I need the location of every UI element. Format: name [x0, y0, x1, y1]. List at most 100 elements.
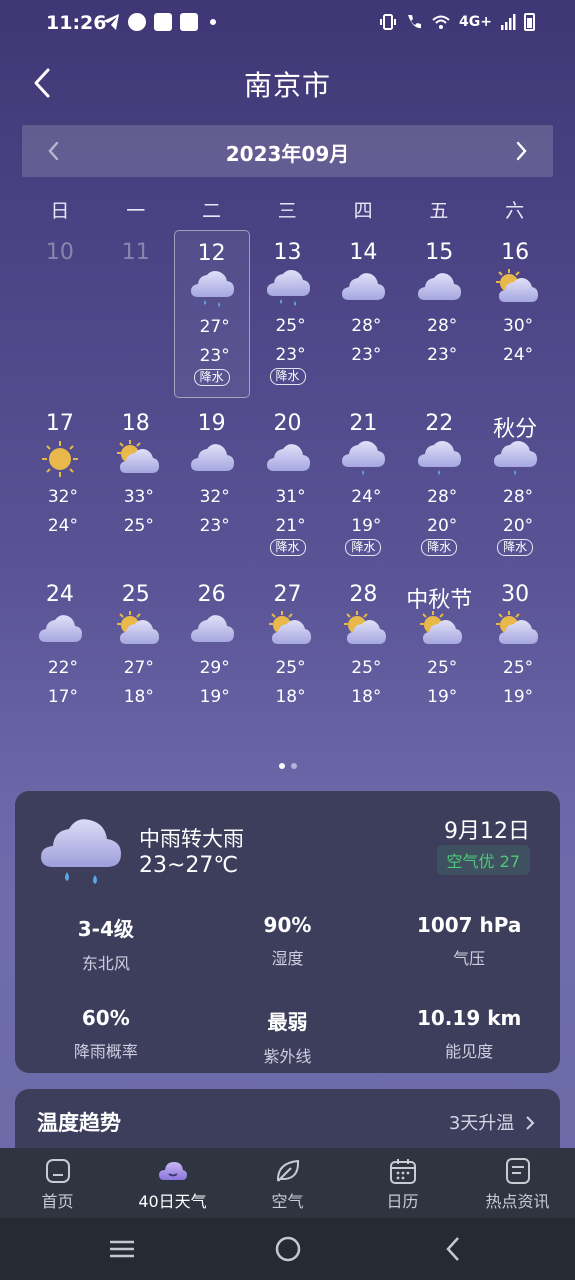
cloud-icon: [415, 268, 463, 308]
low-temp: 25°: [123, 516, 154, 536]
more-notifications-icon: [210, 19, 216, 25]
day-number: 15: [425, 240, 454, 265]
calendar-day-cell[interactable]: 13 25° 23° 降水: [250, 230, 326, 401]
partly-cloudy-icon: [264, 610, 312, 650]
high-temp: 28°: [427, 487, 458, 507]
rain-cloud-icon: [188, 269, 236, 309]
day-number: 25: [121, 582, 150, 607]
month-label: 2023年09月: [225, 142, 350, 166]
weekday-label: 一: [126, 200, 146, 222]
calendar-day-cell[interactable]: 22 28° 20° 降水: [401, 401, 477, 572]
home-button-icon[interactable]: [274, 1236, 302, 1262]
day-number: 12: [197, 241, 226, 266]
calendar-day-cell[interactable]: 20 31° 21° 降水: [250, 401, 326, 572]
sun-icon: [36, 439, 84, 479]
high-temp: 25°: [503, 658, 534, 678]
weekday-label: 六: [505, 200, 525, 222]
nav-40day[interactable]: 40日天气: [115, 1148, 230, 1218]
nav-air[interactable]: 空气: [230, 1148, 345, 1218]
cloud-icon: [36, 610, 84, 650]
nav-home[interactable]: 首页: [0, 1148, 115, 1218]
calendar-icon: [389, 1159, 416, 1184]
page-dot: [290, 763, 297, 769]
battery-icon: [524, 13, 535, 31]
calendar-day-cell[interactable]: 秋分 28° 20° 降水: [477, 401, 553, 572]
low-temp: 23°: [351, 345, 382, 365]
telegram-icon: [103, 14, 119, 30]
calendar-day-cell[interactable]: 12 27° 23° 降水: [173, 230, 250, 398]
next-month-icon[interactable]: [509, 138, 533, 164]
calendar-day-cell[interactable]: 24 22° 17°: [22, 572, 98, 743]
high-temp: 27°: [123, 658, 154, 678]
calendar-day-cell[interactable]: 25 27° 18°: [98, 572, 174, 743]
high-temp: 22°: [47, 658, 78, 678]
cloud-icon: [188, 439, 236, 479]
calendar-day-cell[interactable]: 21 24° 19° 降水: [325, 401, 401, 572]
month-selector: 2023年09月: [22, 125, 553, 177]
calendar-day-cell[interactable]: 27 25° 18°: [250, 572, 326, 743]
calendar-day-cell[interactable]: 30 25° 19°: [477, 572, 553, 743]
calendar-day-cell[interactable]: 11: [98, 230, 174, 401]
calendar-day-cell[interactable]: 28 25° 18°: [325, 572, 401, 743]
trend-link-label: 3天升温: [448, 1113, 515, 1134]
calendar-day-cell[interactable]: 14 28° 23°: [325, 230, 401, 401]
calendar-day-cell[interactable]: 18 33° 25°: [98, 401, 174, 572]
precipitation-badge: 降水: [345, 539, 382, 556]
nav-news[interactable]: 热点资讯: [460, 1148, 575, 1218]
precipitation-badge: 降水: [269, 368, 306, 385]
stat-value: 10.19 km: [416, 1006, 522, 1030]
stat-label: 降雨概率: [73, 1042, 138, 1061]
high-temp: 25°: [351, 658, 382, 678]
vibrate-icon: [380, 14, 397, 30]
low-temp: 18°: [123, 687, 154, 707]
trend-link[interactable]: 3天升温: [449, 1109, 536, 1135]
recent-apps-icon[interactable]: [108, 1236, 136, 1262]
low-temp: 18°: [351, 687, 382, 707]
precipitation-badge: 降水: [193, 369, 230, 386]
day-number: 28: [349, 582, 378, 607]
low-temp: 18°: [275, 687, 306, 707]
news-icon: [505, 1158, 530, 1184]
high-temp: 28°: [503, 487, 534, 507]
stat-label: 湿度: [271, 949, 304, 968]
home-icon: [45, 1159, 70, 1183]
stat-label: 能见度: [445, 1042, 494, 1061]
calendar-day-cell[interactable]: 10: [22, 230, 98, 401]
low-temp: 24°: [47, 516, 78, 536]
stat-value: 3-4级: [77, 917, 134, 941]
chevron-right-icon: [526, 1116, 535, 1130]
high-temp: 28°: [427, 316, 458, 336]
back-button-icon[interactable]: [440, 1236, 468, 1262]
stat-visibility: 10.19 km 能见度: [378, 1006, 560, 1067]
status-bar: 11:26 4G+: [0, 0, 575, 46]
network-type: 4G+: [459, 14, 492, 30]
day-number: 30: [501, 582, 530, 607]
calendar-day-cell[interactable]: 26 29° 19°: [174, 572, 250, 743]
calendar-day-cell[interactable]: 中秋节 25° 19°: [401, 572, 477, 743]
calendar-day-cell[interactable]: 16 30° 24°: [477, 230, 553, 401]
low-temp: 17°: [47, 687, 78, 707]
calendar-day-cell[interactable]: 17 32° 24°: [22, 401, 98, 572]
wifi-call-icon: [408, 15, 422, 29]
nav-label: 热点资讯: [485, 1192, 550, 1211]
day-number: 18: [121, 411, 150, 436]
precipitation-badge: 降水: [421, 539, 458, 556]
high-temp: 25°: [275, 316, 306, 336]
nav-label: 40日天气: [138, 1192, 207, 1211]
page-dot-active: [278, 763, 285, 769]
mail-icon: [154, 13, 172, 31]
day-detail-card: 中雨转大雨 23~27℃ 9月12日 空气优 27 3-4级 东北风 90% 湿度 …: [15, 791, 560, 1073]
day-number: 26: [197, 582, 226, 607]
weekday-label: 五: [429, 200, 449, 222]
temperature-range: 23~27℃: [139, 853, 239, 878]
air-quality-badge[interactable]: 空气优 27: [436, 845, 530, 875]
calendar-day-cell[interactable]: 19 32° 23°: [174, 401, 250, 572]
signal-icon: [501, 14, 516, 30]
high-temp: 31°: [275, 487, 306, 507]
nav-calendar[interactable]: 日历: [345, 1148, 460, 1218]
calendar-day-cell[interactable]: 15 28° 23°: [401, 230, 477, 401]
high-temp: 28°: [351, 316, 382, 336]
nav-label: 首页: [41, 1192, 74, 1211]
day-number: 27: [273, 582, 302, 607]
calendar-grid: 10 11 12 27° 23° 降水 13 25° 23° 降水 14 28° 23° 15 28° 23°…: [22, 230, 553, 743]
